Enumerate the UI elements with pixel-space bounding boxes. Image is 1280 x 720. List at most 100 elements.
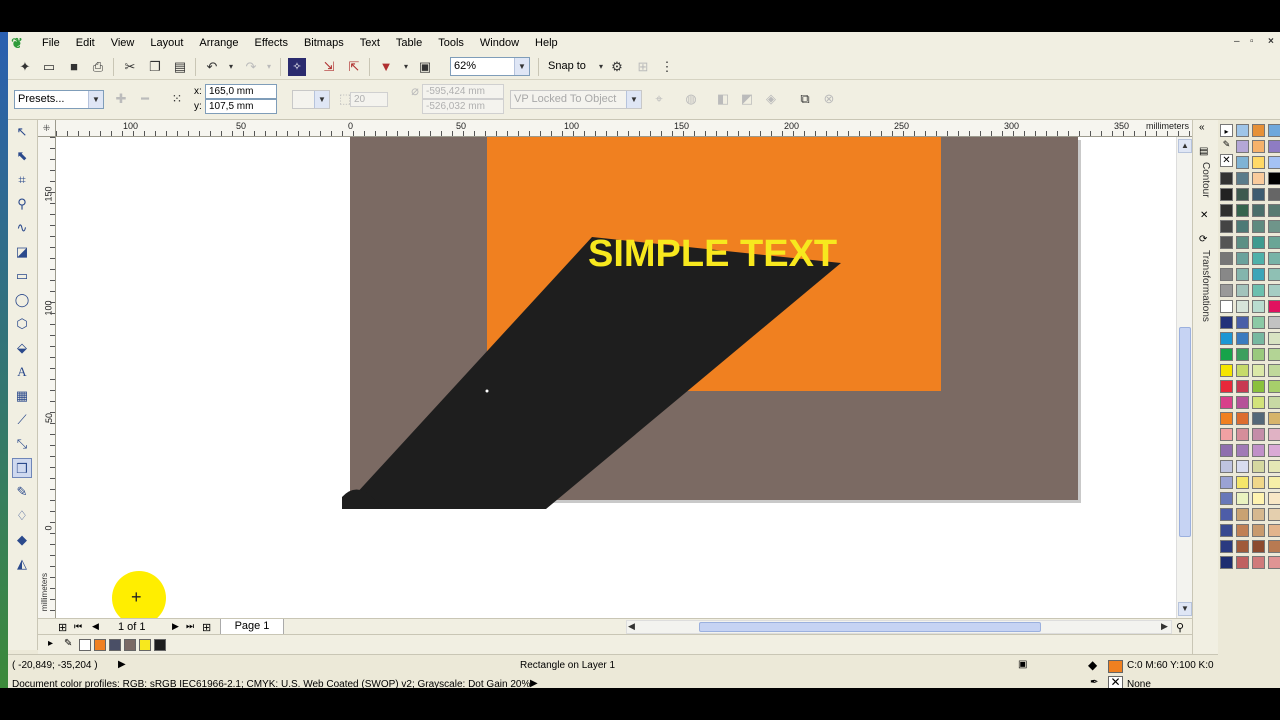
chevron-down-icon[interactable]: ▼ <box>514 58 529 75</box>
palette-swatch[interactable] <box>1220 284 1233 297</box>
menu-bitmaps[interactable]: Bitmaps <box>296 32 352 54</box>
vp-y-field[interactable]: -526,032 mm <box>422 99 504 114</box>
palette-swatch[interactable] <box>1252 332 1265 345</box>
expand-docker-icon[interactable]: « <box>1199 122 1205 133</box>
x-position-field[interactable]: 165,0 mm <box>205 84 277 99</box>
palette-swatch[interactable] <box>1252 492 1265 505</box>
basic-shapes-tool-icon[interactable]: ⬙ <box>12 338 32 358</box>
palette-swatch[interactable] <box>1236 156 1249 169</box>
extrusion-lighting-icon[interactable]: ◈ <box>762 90 780 108</box>
menu-file[interactable]: File <box>34 32 68 54</box>
palette-swatch[interactable] <box>1220 316 1233 329</box>
palette-swatch[interactable] <box>1220 412 1233 425</box>
tab-transformations[interactable]: Transformations <box>1200 250 1211 322</box>
palette-swatch[interactable] <box>1236 236 1249 249</box>
tab-contour[interactable]: Contour <box>1200 162 1211 198</box>
application-launcher-icon[interactable]: ▼ <box>377 58 395 76</box>
menu-help[interactable]: Help <box>527 32 566 54</box>
snap-to-label[interactable]: Snap to <box>548 60 586 72</box>
redo-icon[interactable]: ↷ <box>242 58 260 76</box>
launcher-dropdown-icon[interactable]: ▾ <box>397 58 415 76</box>
palette-swatch[interactable] <box>1252 508 1265 521</box>
palette-swatch[interactable] <box>1236 172 1249 185</box>
scroll-up-icon[interactable]: ▲ <box>1178 139 1192 153</box>
palette-swatch[interactable] <box>1236 268 1249 281</box>
palette-swatch[interactable] <box>1268 300 1280 313</box>
print-icon[interactable]: ⎙ <box>89 58 107 76</box>
palette-swatch[interactable] <box>1220 444 1233 457</box>
depth-field[interactable]: 20 <box>350 92 388 107</box>
first-page-icon[interactable]: ⏮ <box>74 621 82 632</box>
eyedropper-tool-icon[interactable]: ✎ <box>12 482 32 502</box>
palette-swatch[interactable] <box>1252 172 1265 185</box>
palette-swatch[interactable] <box>1236 492 1249 505</box>
cut-icon[interactable]: ✂ <box>121 58 139 76</box>
extrusion-bevel-icon[interactable]: ◩ <box>738 90 756 108</box>
doc-swatch[interactable] <box>109 639 121 651</box>
palette-swatch[interactable] <box>1220 172 1233 185</box>
palette-swatch[interactable] <box>1268 508 1280 521</box>
interactive-fill-tool-icon[interactable]: ◭ <box>12 554 32 574</box>
palette-swatch[interactable] <box>1268 412 1280 425</box>
menu-window[interactable]: Window <box>472 32 527 54</box>
palette-swatch[interactable] <box>1236 204 1249 217</box>
palette-swatch[interactable] <box>1268 540 1280 553</box>
y-position-field[interactable]: 107,5 mm <box>205 99 277 114</box>
eyedropper-icon[interactable]: ✎ <box>64 638 72 649</box>
palette-swatch[interactable] <box>1236 540 1249 553</box>
simple-text-object[interactable]: SIMPLE TEXT <box>588 233 837 276</box>
palette-swatch[interactable] <box>1252 124 1265 137</box>
palette-swatch[interactable] <box>1220 428 1233 441</box>
palette-swatch[interactable] <box>1268 124 1280 137</box>
palette-swatch[interactable] <box>1236 428 1249 441</box>
connector-tool-icon[interactable]: ⤡ <box>12 434 32 454</box>
undo-dropdown-icon[interactable]: ▾ <box>222 58 240 76</box>
doc-swatch[interactable] <box>94 639 106 651</box>
fill-tool-icon[interactable]: ◆ <box>12 530 32 550</box>
pick-tool-icon[interactable]: ↖ <box>12 122 32 142</box>
menu-arrange[interactable]: Arrange <box>191 32 246 54</box>
color-proof-icon[interactable]: ▣ <box>1018 659 1027 670</box>
profiles-menu-icon[interactable]: ▶ <box>530 678 538 688</box>
palette-swatch[interactable] <box>1220 524 1233 537</box>
palette-swatch[interactable] <box>1268 428 1280 441</box>
import-icon[interactable]: ⇲ <box>320 58 338 76</box>
palette-swatch[interactable] <box>1236 412 1249 425</box>
palette-swatch[interactable] <box>1236 556 1249 569</box>
ellipse-tool-icon[interactable]: ◯ <box>12 290 32 310</box>
palette-swatch[interactable] <box>1252 348 1265 361</box>
outline-tool-icon[interactable]: ♢ <box>12 506 32 526</box>
shape-tool-icon[interactable]: ⬉ <box>12 146 32 166</box>
palette-swatch[interactable] <box>1268 444 1280 457</box>
extrusion-color-icon[interactable]: ◧ <box>714 90 732 108</box>
palette-swatch[interactable] <box>1236 348 1249 361</box>
palette-swatch[interactable] <box>1220 508 1233 521</box>
palette-swatch[interactable] <box>1220 268 1233 281</box>
palette-swatch[interactable] <box>1268 396 1280 409</box>
palette-swatch[interactable] <box>1252 428 1265 441</box>
palette-swatch[interactable] <box>1220 540 1233 553</box>
freehand-tool-icon[interactable]: ∿ <box>12 218 32 238</box>
doc-swatch[interactable] <box>139 639 151 651</box>
palette-swatch[interactable] <box>1252 300 1265 313</box>
palette-swatch[interactable] <box>1268 172 1280 185</box>
palette-swatch[interactable] <box>1268 364 1280 377</box>
palette-swatch[interactable] <box>1220 300 1233 313</box>
presets-combo[interactable]: Presets... ▼ <box>14 90 104 109</box>
palette-swatch[interactable] <box>1252 252 1265 265</box>
vertical-scroll-thumb[interactable] <box>1179 327 1191 537</box>
align-guides-icon[interactable]: ⋮ <box>658 58 676 76</box>
zoom-level-combo[interactable]: 62% ▼ <box>450 57 530 76</box>
palette-swatch[interactable] <box>1220 380 1233 393</box>
palette-swatch[interactable] <box>1252 236 1265 249</box>
copy-icon[interactable]: ❐ <box>146 58 164 76</box>
palette-swatch[interactable] <box>1236 140 1249 153</box>
palette-swatch[interactable] <box>1268 524 1280 537</box>
vertical-ruler[interactable]: 150 100 50 0 millimeters <box>38 137 56 632</box>
menu-layout[interactable]: Layout <box>142 32 191 54</box>
palette-swatch[interactable] <box>1220 348 1233 361</box>
doc-swatch[interactable] <box>124 639 136 651</box>
palette-eyedropper-icon[interactable]: ✎ <box>1220 138 1233 151</box>
palette-swatch[interactable] <box>1236 252 1249 265</box>
palette-swatch[interactable] <box>1268 252 1280 265</box>
